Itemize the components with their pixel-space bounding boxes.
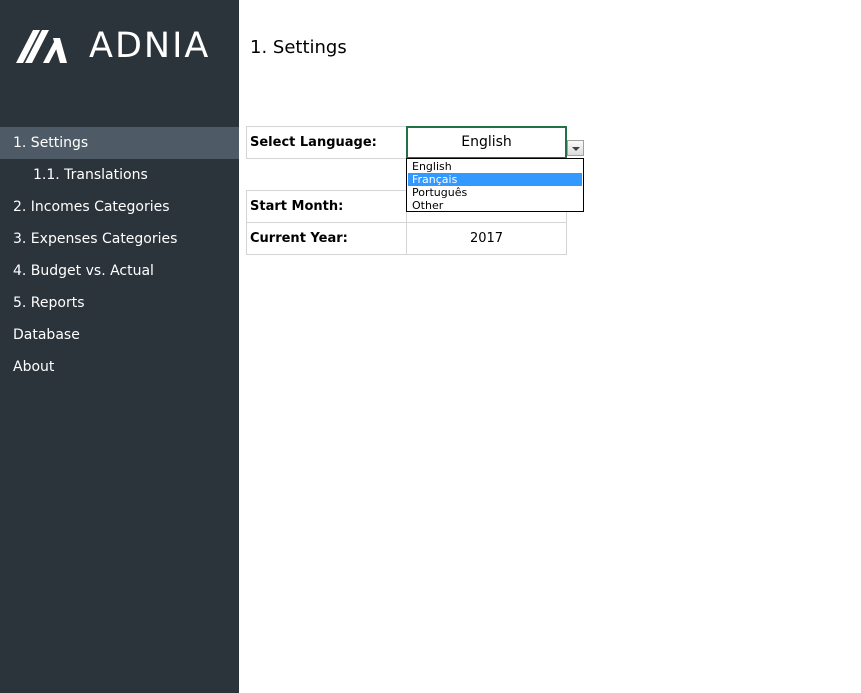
current-year-label: Current Year: xyxy=(246,222,407,255)
page-title: 1. Settings xyxy=(250,37,347,58)
sidebar-item-reports[interactable]: 5. Reports xyxy=(0,287,239,319)
brand-logo: ADNIA xyxy=(16,28,210,64)
language-option-portugues[interactable]: Português xyxy=(408,186,582,199)
chevron-down-icon[interactable] xyxy=(567,140,584,156)
adnia-logo-icon xyxy=(16,29,67,63)
brand-name: ADNIA xyxy=(89,26,211,66)
language-label: Select Language: xyxy=(246,126,407,159)
sidebar: ADNIA 1. Settings 1.1. Translations 2. I… xyxy=(0,0,239,693)
sidebar-nav: 1. Settings 1.1. Translations 2. Incomes… xyxy=(0,127,239,383)
start-month-label: Start Month: xyxy=(246,190,407,223)
language-option-francais[interactable]: Français xyxy=(408,173,582,186)
sidebar-item-expenses-categories[interactable]: 3. Expenses Categories xyxy=(0,223,239,255)
sidebar-item-settings[interactable]: 1. Settings xyxy=(0,127,239,159)
sidebar-item-budget-vs-actual[interactable]: 4. Budget vs. Actual xyxy=(0,255,239,287)
language-dropdown-list[interactable]: English Français Português Other xyxy=(406,158,584,212)
current-year-cell[interactable]: 2017 xyxy=(406,222,567,255)
sidebar-item-incomes-categories[interactable]: 2. Incomes Categories xyxy=(0,191,239,223)
sidebar-item-database[interactable]: Database xyxy=(0,319,239,351)
sidebar-item-translations[interactable]: 1.1. Translations xyxy=(0,159,239,191)
language-option-english[interactable]: English xyxy=(408,160,582,173)
sidebar-item-about[interactable]: About xyxy=(0,351,239,383)
language-option-other[interactable]: Other xyxy=(408,199,582,212)
language-select-cell[interactable]: English xyxy=(406,126,567,159)
